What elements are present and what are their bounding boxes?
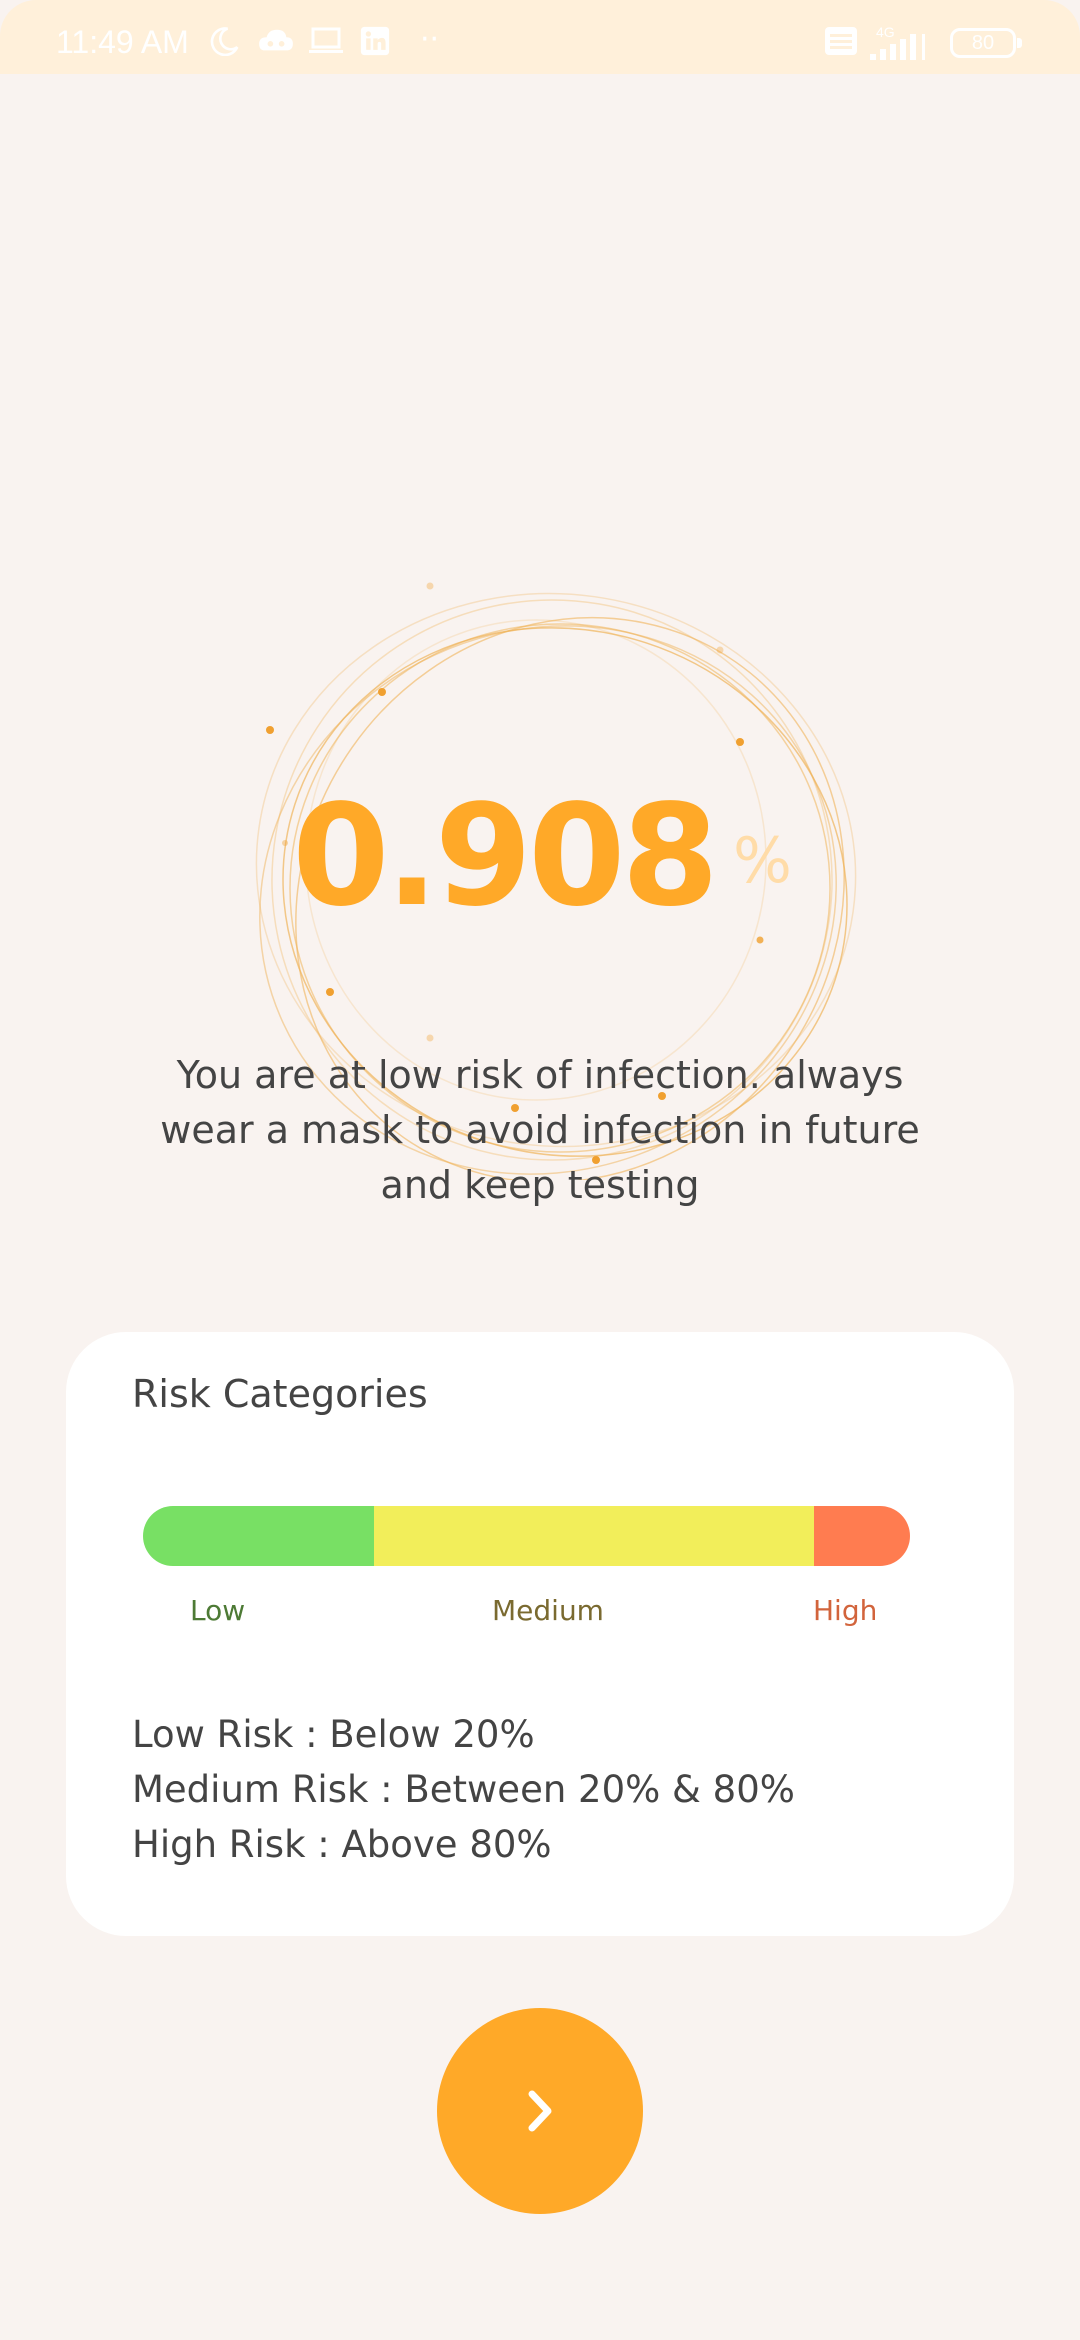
card-title: Risk Categories — [132, 1372, 428, 1416]
risk-bar-medium-label: Medium — [492, 1594, 604, 1627]
cloud-game-icon — [259, 29, 293, 51]
chevron-right-icon — [528, 2090, 552, 2132]
volte-icon — [825, 27, 857, 55]
status-more-dots: ·· — [420, 22, 440, 57]
risk-categories-card: Risk Categories Low Medium High Low Risk… — [66, 1332, 1014, 1936]
risk-scale-bar — [143, 1506, 910, 1566]
risk-percentage: 0.908% — [0, 775, 1080, 938]
linkedin-icon — [360, 26, 390, 56]
risk-bar-high-label: High — [813, 1594, 878, 1627]
risk-bar-low-label: Low — [190, 1594, 246, 1627]
risk-bar-low-segment — [143, 1506, 374, 1566]
status-bar: 11:49 AM ·· 4G 80 — [0, 0, 1080, 74]
risk-rule-medium: Medium Risk : Between 20% & 80% — [132, 1768, 795, 1811]
risk-rule-low: Low Risk : Below 20% — [132, 1713, 535, 1756]
moon-icon — [210, 27, 239, 56]
risk-message: You are at low risk of infection. always… — [160, 1053, 920, 1207]
signal-icon — [870, 34, 925, 60]
risk-rules-list: Low Risk : Below 20% Medium Risk : Betwe… — [132, 1707, 795, 1872]
battery-icon: 80 — [950, 28, 1022, 58]
status-time: 11:49 AM — [56, 24, 189, 60]
risk-rule-high: High Risk : Above 80% — [132, 1823, 552, 1866]
risk-value: 0.908 — [292, 775, 719, 938]
next-button[interactable] — [437, 2008, 643, 2214]
laptop-icon — [309, 27, 343, 53]
risk-bar-high-segment — [814, 1506, 910, 1566]
risk-unit: % — [732, 824, 792, 897]
risk-bar-medium-segment — [374, 1506, 814, 1566]
